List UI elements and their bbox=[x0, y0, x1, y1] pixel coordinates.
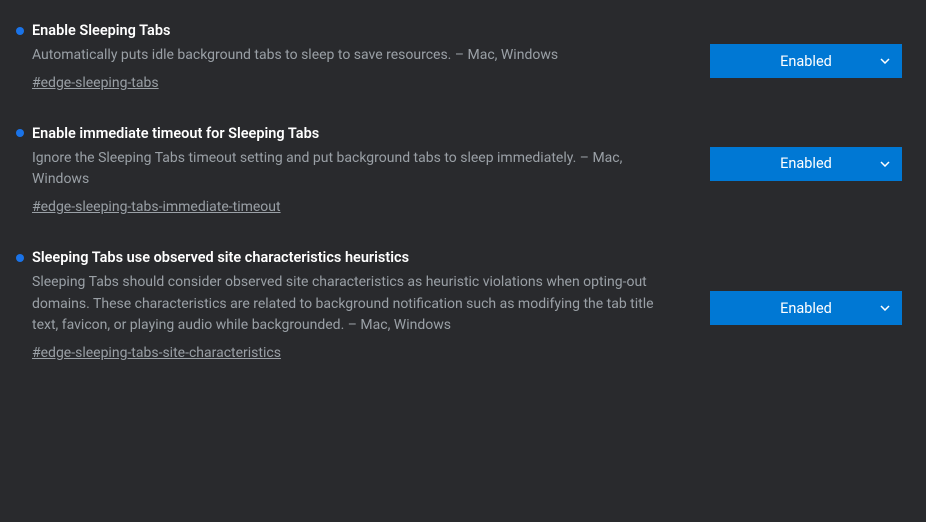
flag-control: Enabled bbox=[710, 22, 902, 78]
flag-anchor-link[interactable]: #edge-sleeping-tabs-immediate-timeout bbox=[32, 199, 281, 215]
select-label: Enabled bbox=[780, 155, 832, 172]
flag-anchor-link[interactable]: #edge-sleeping-tabs bbox=[32, 75, 159, 91]
chevron-down-icon bbox=[880, 303, 890, 313]
select-label: Enabled bbox=[780, 53, 832, 70]
status-dot-icon bbox=[16, 254, 24, 262]
flag-description: Automatically puts idle background tabs … bbox=[32, 45, 670, 67]
flag-title-wrap: Enable Sleeping Tabs bbox=[16, 22, 670, 39]
flag-title: Sleeping Tabs use observed site characte… bbox=[32, 249, 409, 266]
flag-row: Enable Sleeping Tabs Automatically puts … bbox=[0, 12, 926, 115]
select-label: Enabled bbox=[780, 300, 832, 317]
flag-title-wrap: Enable immediate timeout for Sleeping Ta… bbox=[16, 125, 670, 142]
flag-state-select[interactable]: Enabled bbox=[710, 44, 902, 78]
flag-description: Ignore the Sleeping Tabs timeout setting… bbox=[32, 148, 670, 191]
flag-anchor-link[interactable]: #edge-sleeping-tabs-site-characteristics bbox=[32, 345, 281, 361]
chevron-down-icon bbox=[880, 159, 890, 169]
flag-content: Sleeping Tabs use observed site characte… bbox=[16, 249, 710, 361]
flag-content: Enable Sleeping Tabs Automatically puts … bbox=[16, 22, 710, 91]
flag-row: Sleeping Tabs use observed site characte… bbox=[0, 239, 926, 385]
flag-title-wrap: Sleeping Tabs use observed site characte… bbox=[16, 249, 670, 266]
status-dot-icon bbox=[16, 129, 24, 137]
flag-title: Enable immediate timeout for Sleeping Ta… bbox=[32, 125, 319, 142]
flag-state-select[interactable]: Enabled bbox=[710, 147, 902, 181]
flag-control: Enabled bbox=[710, 249, 902, 325]
chevron-down-icon bbox=[880, 56, 890, 66]
flag-row: Enable immediate timeout for Sleeping Ta… bbox=[0, 115, 926, 239]
flag-title: Enable Sleeping Tabs bbox=[32, 22, 170, 39]
flag-content: Enable immediate timeout for Sleeping Ta… bbox=[16, 125, 710, 215]
status-dot-icon bbox=[16, 27, 24, 35]
flag-description: Sleeping Tabs should consider observed s… bbox=[32, 272, 670, 337]
flag-control: Enabled bbox=[710, 125, 902, 181]
flag-state-select[interactable]: Enabled bbox=[710, 291, 902, 325]
